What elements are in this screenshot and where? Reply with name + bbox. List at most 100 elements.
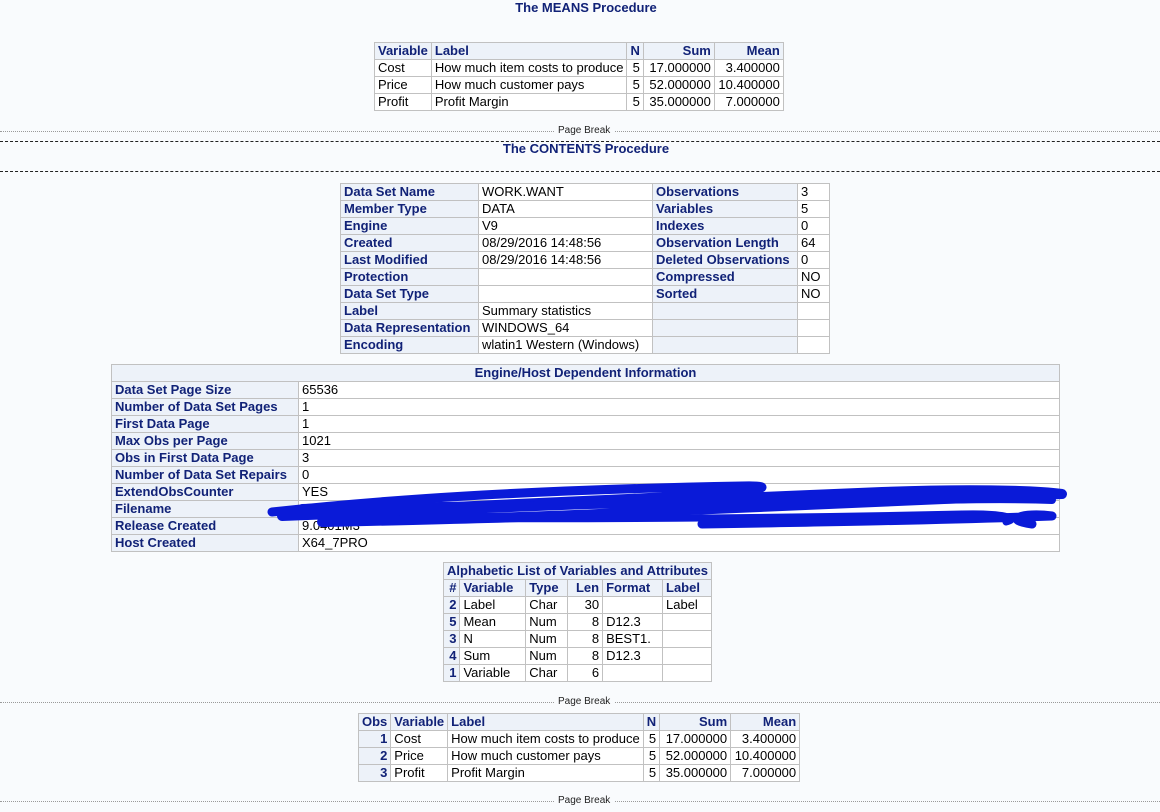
attribute-name: Compressed — [652, 268, 798, 286]
table-cell: Num — [525, 613, 569, 631]
col-header: Mean — [713, 42, 784, 60]
col-header: Obs — [357, 713, 392, 731]
attribute-name: ExtendObsCounter — [111, 483, 299, 501]
table-cell: D12.3 — [602, 647, 664, 665]
table-cell: Price — [374, 76, 432, 94]
col-header: Sum — [642, 42, 715, 60]
table-row: Price How much customer pays 5 52.000000… — [374, 76, 784, 94]
table-cell: 4 — [442, 647, 461, 665]
attribute-name: Data Set Page Size — [111, 381, 299, 399]
table-cell: 5 — [442, 613, 461, 631]
col-header: Len — [567, 579, 604, 597]
engine-host-table: Engine/Host Dependent Information Data S… — [111, 364, 1060, 552]
table-cell: 52.000000 — [659, 747, 732, 765]
attribute-name: Created — [340, 234, 479, 252]
table-cell: 3.400000 — [713, 59, 784, 77]
attribute-value: 1021 — [298, 432, 1060, 450]
col-header: Label — [447, 713, 644, 731]
table-cell: Cost — [374, 59, 432, 77]
attribute-name: Deleted Observations — [652, 251, 798, 269]
table-row: 1 Variable Char 6 — [442, 664, 713, 682]
print-table: Obs Variable Label N Sum Mean 1 Cost How… — [357, 713, 801, 782]
table-cell: 8 — [567, 613, 604, 631]
table-row: Data Set Name WORK.WANT Observations 3 — [340, 183, 830, 201]
attribute-value: 64 — [797, 234, 830, 252]
table-row: 5 Mean Num 8 D12.3 — [442, 613, 713, 631]
attribute-name: Variables — [652, 200, 798, 218]
attribute-value: 1 — [298, 398, 1060, 416]
col-header: Sum — [659, 713, 732, 731]
page-break: Page Break — [0, 696, 1160, 708]
col-header: Variable — [374, 42, 432, 60]
attribute-value: NO — [797, 268, 830, 286]
attribute-value — [797, 302, 830, 320]
page-divider — [0, 171, 1160, 172]
attribute-name: Indexes — [652, 217, 798, 235]
table-row: Encoding wlatin1 Western (Windows) — [340, 336, 830, 354]
table-cell: 35.000000 — [659, 764, 732, 782]
means-table: Variable Label N Sum Mean Cost How much … — [374, 42, 784, 111]
attribute-name: Data Representation — [340, 319, 479, 337]
table-cell: 52.000000 — [642, 76, 715, 94]
attribute-name: Release Created — [111, 517, 299, 535]
table-row: Label Summary statistics — [340, 302, 830, 320]
table-cell: 2 — [442, 596, 461, 614]
table-cell: 3 — [442, 630, 461, 648]
table-header-row: Obs Variable Label N Sum Mean — [357, 713, 801, 731]
attribute-value: WORK.WANT — [478, 183, 653, 201]
variables-title: Alphabetic List of Variables and Attribu… — [442, 562, 713, 580]
table-row: 2 Label Char 30 Label — [442, 596, 713, 614]
contents-attributes-table: Data Set Name WORK.WANT Observations 3 M… — [340, 183, 830, 354]
table-cell: 2 — [357, 747, 392, 765]
table-cell: 3.400000 — [730, 730, 801, 748]
table-cell — [662, 647, 713, 665]
table-row: 4 Sum Num 8 D12.3 — [442, 647, 713, 665]
table-row: Profit Profit Margin 5 35.000000 7.00000… — [374, 93, 784, 111]
attribute-value — [797, 336, 830, 354]
table-cell: 5 — [626, 76, 644, 94]
col-header: Variable — [390, 713, 449, 731]
attribute-name — [652, 302, 798, 320]
table-cell — [662, 664, 713, 682]
table-cell: 10.400000 — [713, 76, 784, 94]
table-cell: Char — [525, 596, 569, 614]
table-row: Data Set Type Sorted NO — [340, 285, 830, 303]
table-row: Max Obs per Page 1021 — [111, 432, 1060, 450]
col-header: Format — [602, 579, 664, 597]
table-header-row: # Variable Type Len Format Label — [442, 579, 713, 597]
attribute-value: 08/29/2016 14:48:56 — [478, 234, 653, 252]
col-header: Mean — [730, 713, 801, 731]
table-row: Host Created X64_7PRO — [111, 534, 1060, 552]
table-cell: 8 — [567, 647, 604, 665]
attribute-value: YES — [298, 483, 1060, 501]
table-cell: Variable — [459, 664, 527, 682]
table-row: Filename — [111, 500, 1060, 518]
attribute-value: NO — [797, 285, 830, 303]
table-cell: 1 — [357, 730, 392, 748]
table-cell: 17.000000 — [642, 59, 715, 77]
table-cell: D12.3 — [602, 613, 664, 631]
attribute-name: Number of Data Set Repairs — [111, 466, 299, 484]
attribute-value — [478, 268, 653, 286]
table-row: Number of Data Set Pages 1 — [111, 398, 1060, 416]
table-cell: N — [459, 630, 527, 648]
attribute-name: First Data Page — [111, 415, 299, 433]
attribute-name: Member Type — [340, 200, 479, 218]
page-break: Page Break — [0, 125, 1160, 137]
table-cell: Char — [525, 664, 569, 682]
table-cell: 30 — [567, 596, 604, 614]
col-header: # — [442, 579, 461, 597]
variables-table: Alphabetic List of Variables and Attribu… — [442, 562, 713, 682]
table-cell: Num — [525, 647, 569, 665]
attribute-value: wlatin1 Western (Windows) — [478, 336, 653, 354]
table-cell: How much item costs to produce — [447, 730, 644, 748]
table-cell — [662, 630, 713, 648]
table-cell: How much customer pays — [447, 747, 644, 765]
attribute-value: DATA — [478, 200, 653, 218]
table-header-row: Variable Label N Sum Mean — [374, 42, 784, 60]
attribute-name: Filename — [111, 500, 299, 518]
attribute-name: Data Set Name — [340, 183, 479, 201]
attribute-name: Obs in First Data Page — [111, 449, 299, 467]
table-cell: 5 — [642, 747, 661, 765]
table-cell: 5 — [626, 59, 644, 77]
